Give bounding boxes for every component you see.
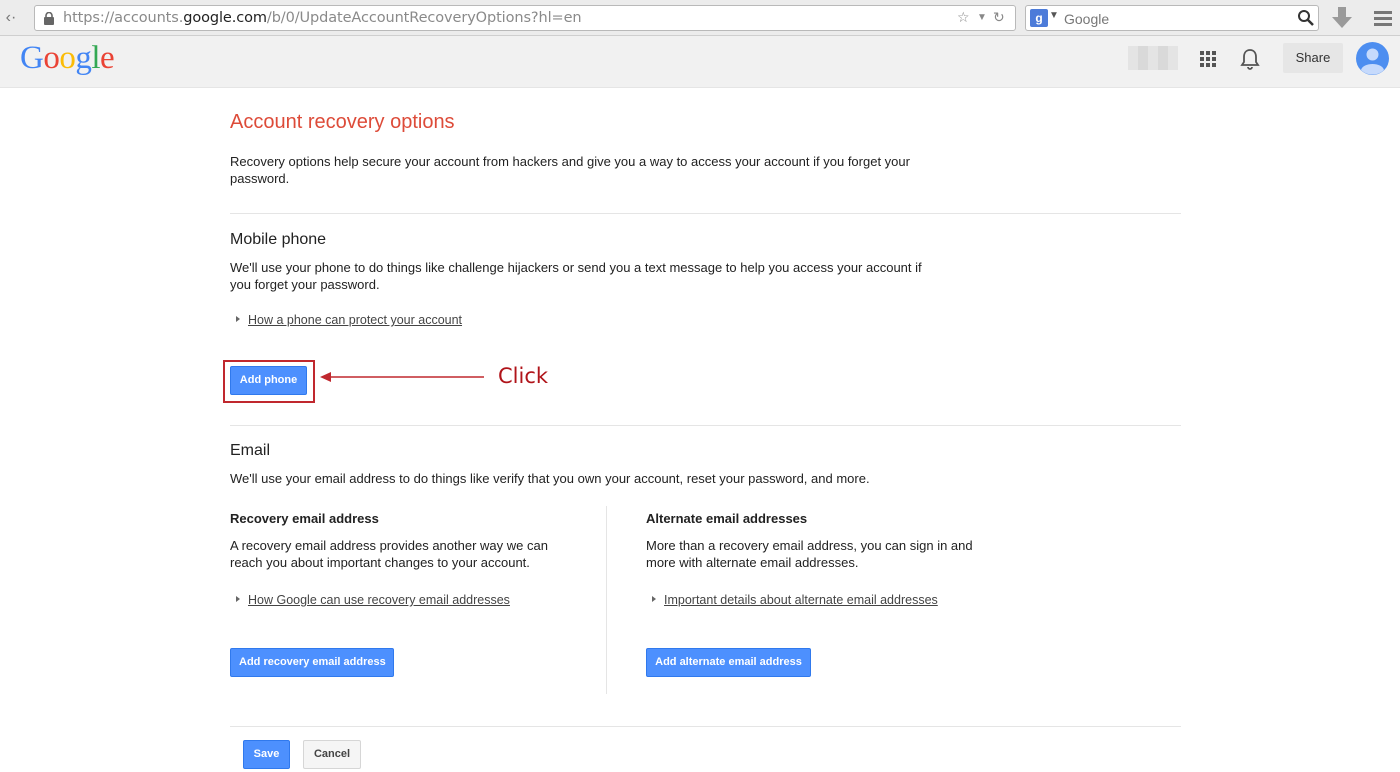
logo-letter: e bbox=[100, 40, 115, 76]
annotation-arrow-icon bbox=[320, 372, 484, 382]
mobile-phone-heading: Mobile phone bbox=[230, 231, 327, 248]
recovery-email-link-row: How Google can use recovery email addres… bbox=[236, 593, 510, 607]
reload-icon[interactable]: ↻ bbox=[993, 9, 1005, 26]
google-search-engine-icon[interactable]: g bbox=[1030, 9, 1048, 27]
mobile-phone-description: We'll use your phone to do things like c… bbox=[230, 260, 922, 292]
google-header: Google Share bbox=[0, 36, 1400, 88]
recovery-email-heading: Recovery email address bbox=[230, 511, 379, 526]
divider bbox=[230, 726, 1181, 727]
download-icon[interactable] bbox=[1330, 5, 1354, 31]
avatar[interactable] bbox=[1356, 42, 1389, 75]
search-placeholder: Google bbox=[1064, 11, 1110, 27]
back-forward-icon[interactable]: ‹· bbox=[0, 9, 22, 27]
phone-help-link-row: How a phone can protect your account bbox=[236, 313, 462, 327]
email-heading: Email bbox=[230, 442, 271, 459]
lock-icon bbox=[44, 12, 54, 25]
logo-letter: o bbox=[43, 40, 60, 76]
user-name-redacted bbox=[1128, 46, 1178, 70]
bookmark-star-icon[interactable]: ☆ bbox=[957, 9, 970, 26]
divider bbox=[230, 213, 1181, 214]
recovery-email-help-link[interactable]: How Google can use recovery email addres… bbox=[248, 593, 510, 607]
annotation-click-label: Click bbox=[498, 364, 549, 388]
logo-letter: o bbox=[59, 40, 76, 76]
intro-text: Recovery options help secure your accoun… bbox=[230, 154, 910, 186]
expand-triangle-icon[interactable] bbox=[652, 596, 656, 602]
url-text: https://accounts.google.com/b/0/UpdateAc… bbox=[63, 10, 582, 26]
save-button[interactable]: Save bbox=[243, 740, 290, 769]
notifications-bell-icon[interactable] bbox=[1240, 48, 1260, 70]
alternate-email-heading: Alternate email addresses bbox=[646, 511, 808, 526]
search-icon[interactable] bbox=[1297, 9, 1315, 27]
share-button[interactable]: Share bbox=[1283, 43, 1343, 73]
alternate-email-description: More than a recovery email address, you … bbox=[646, 538, 973, 570]
dropdown-arrow-icon[interactable]: ▼ bbox=[977, 12, 987, 23]
alternate-email-help-link[interactable]: Important details about alternate email … bbox=[664, 593, 938, 607]
recovery-email-description: A recovery email address provides anothe… bbox=[230, 538, 548, 570]
email-description: We'll use your email address to do thing… bbox=[230, 471, 870, 486]
page-title: Account recovery options bbox=[230, 111, 455, 133]
add-phone-button[interactable]: Add phone bbox=[230, 366, 307, 395]
alternate-email-link-row: Important details about alternate email … bbox=[652, 593, 938, 607]
url-bar[interactable]: https://accounts.google.com/b/0/UpdateAc… bbox=[34, 5, 1016, 31]
add-alternate-email-button[interactable]: Add alternate email address bbox=[646, 648, 811, 677]
logo-letter: g bbox=[75, 40, 92, 76]
chevron-down-icon[interactable]: ▼ bbox=[1049, 10, 1059, 21]
logo-letter: G bbox=[20, 40, 44, 76]
logo-letter: l bbox=[91, 40, 101, 76]
column-divider bbox=[606, 506, 607, 694]
google-logo[interactable]: Google bbox=[20, 40, 115, 77]
apps-grid-icon[interactable] bbox=[1199, 50, 1217, 68]
menu-icon[interactable] bbox=[1372, 8, 1394, 28]
phone-help-link[interactable]: How a phone can protect your account bbox=[248, 313, 462, 327]
expand-triangle-icon[interactable] bbox=[236, 596, 240, 602]
divider bbox=[230, 425, 1181, 426]
browser-toolbar: ‹· https://accounts.google.com/b/0/Updat… bbox=[0, 0, 1400, 36]
browser-search-bar[interactable]: g ▼ Google bbox=[1025, 5, 1319, 31]
cancel-button[interactable]: Cancel bbox=[303, 740, 361, 769]
expand-triangle-icon[interactable] bbox=[236, 316, 240, 322]
add-recovery-email-button[interactable]: Add recovery email address bbox=[230, 648, 394, 677]
